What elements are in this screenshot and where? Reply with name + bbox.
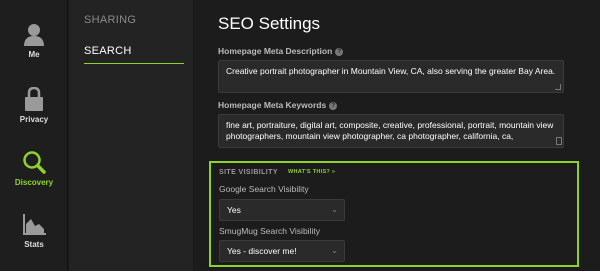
rail-label-stats: Stats (24, 240, 44, 249)
rail-item-me[interactable]: Me (0, 22, 68, 59)
rail-label-discovery: Discovery (14, 178, 54, 187)
subnav-item-sharing[interactable]: SHARING (84, 14, 184, 26)
meta-description-value: Creative portrait photographer in Mounta… (226, 66, 556, 76)
lock-icon (25, 87, 43, 111)
magnifier-icon (23, 151, 46, 174)
rail-item-discovery[interactable]: Discovery (0, 150, 68, 187)
person-icon (24, 24, 44, 46)
google-visibility-value: Yes (227, 205, 241, 215)
help-icon[interactable]: ? (329, 101, 338, 110)
icon-rail: Me Privacy Discovery Stats (0, 0, 68, 271)
meta-description-label: Homepage Meta Description? (218, 46, 344, 56)
subnav: SHARING SEARCH (69, 0, 193, 271)
meta-keywords-field[interactable]: fine art, portraiture, digital art, comp… (218, 114, 564, 148)
meta-keywords-value: fine art, portraiture, digital art, comp… (226, 120, 554, 141)
stats-chart-icon (23, 214, 46, 235)
meta-keywords-label: Homepage Meta Keywords? (218, 100, 338, 110)
chevron-down-icon: ⌄ (331, 205, 338, 214)
whats-this-link[interactable]: WHAT'S THIS? » (288, 169, 335, 175)
rail-item-stats[interactable]: Stats (0, 214, 68, 249)
page-title: SEO Settings (218, 14, 321, 33)
help-icon[interactable]: ? (335, 47, 344, 56)
resize-handle-icon[interactable] (555, 84, 561, 90)
google-visibility-label: Google Search Visibility (219, 184, 309, 194)
site-visibility-heading: SITE VISIBILITY (219, 169, 278, 176)
site-visibility-section: SITE VISIBILITY WHAT'S THIS? » Google Se… (209, 161, 579, 267)
meta-description-field[interactable]: Creative portrait photographer in Mounta… (218, 60, 564, 93)
smugmug-visibility-value: Yes - discover me! (227, 246, 297, 256)
subnav-item-search[interactable]: SEARCH (84, 45, 184, 64)
rail-label-privacy: Privacy (19, 115, 49, 124)
rail-item-privacy[interactable]: Privacy (0, 87, 68, 124)
meta-keywords-label-text: Homepage Meta Keywords (218, 100, 327, 110)
google-visibility-select[interactable]: Yes ⌄ (219, 199, 345, 221)
scrollbar[interactable] (556, 137, 562, 145)
smugmug-visibility-select[interactable]: Yes - discover me! ⌄ (219, 240, 345, 262)
smugmug-visibility-label: SmugMug Search Visibility (219, 226, 320, 236)
rail-label-me: Me (28, 50, 40, 59)
chevron-down-icon: ⌄ (331, 246, 338, 255)
meta-description-label-text: Homepage Meta Description (218, 46, 333, 56)
